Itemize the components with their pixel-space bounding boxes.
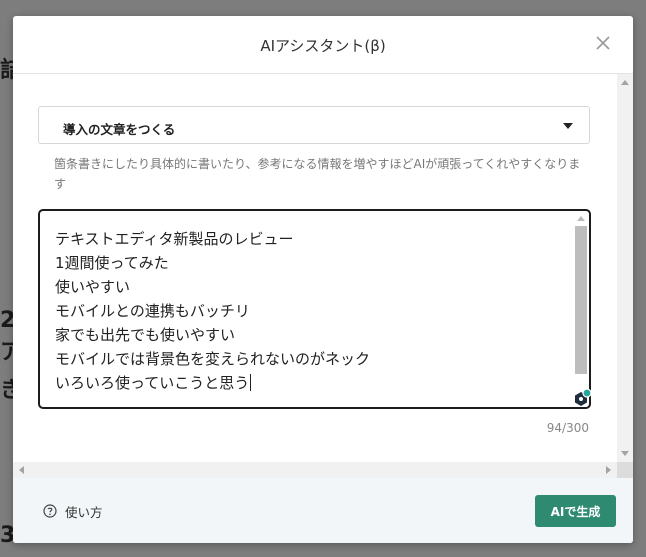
hint-text: 箇条書きにしたり具体的に書いたり、参考になる情報を増やすほどAIが頑張ってくれや…	[54, 157, 581, 191]
scroll-down-arrow-icon[interactable]	[621, 451, 629, 456]
textarea-scrollbar[interactable]	[575, 213, 587, 393]
prompt-type-select[interactable]: 導入の文章をつくる	[38, 106, 590, 144]
scroll-up-arrow-icon[interactable]	[577, 216, 585, 221]
textarea-line-last: いろいろ使っていこうと思う	[55, 372, 252, 393]
ai-assistant-modal: AIアシスタント(β) 導入の文章をつくる 箇条書きにしたり具体的に書いたり、参…	[13, 16, 633, 543]
modal-footer: 使い方 AIで生成	[13, 478, 633, 543]
scrollbar-thumb[interactable]	[575, 226, 587, 374]
modal-vertical-scrollbar[interactable]	[617, 74, 633, 462]
caret-down-icon	[563, 123, 573, 129]
modal-header: AIアシスタント(β)	[13, 16, 633, 74]
textarea-line: モバイルとの連携もバッチリ	[55, 302, 250, 320]
textarea-line: いろいろ使っていこうと思う	[55, 374, 250, 392]
modal-horizontal-scrollbar[interactable]	[13, 462, 617, 478]
textarea-line: テキストエディタ新製品のレビュー	[55, 230, 294, 248]
prompt-textarea[interactable]: テキストエディタ新製品のレビュー 1週間使ってみた 使いやすい モバイルとの連携…	[38, 209, 591, 409]
help-label: 使い方	[65, 504, 103, 520]
help-link[interactable]: 使い方	[43, 502, 103, 520]
scrollbar-corner	[617, 462, 633, 478]
modal-body: 導入の文章をつくる 箇条書きにしたり具体的に書いたり、参考になる情報を増やすほど…	[13, 74, 617, 462]
generate-button[interactable]: AIで生成	[535, 495, 616, 527]
modal-title: AIアシスタント(β)	[260, 37, 386, 55]
scroll-left-arrow-icon[interactable]	[19, 466, 24, 474]
select-value: 導入の文章をつくる	[63, 122, 176, 137]
scroll-up-arrow-icon[interactable]	[621, 80, 629, 85]
question-circle-icon	[43, 504, 57, 518]
close-button[interactable]	[593, 33, 613, 53]
scroll-right-arrow-icon[interactable]	[606, 466, 611, 474]
textarea-line: モバイルでは背景色を変えられないのがネック	[55, 350, 371, 368]
character-counter: 94/300	[546, 421, 589, 435]
textarea-line: 1週間使ってみた	[55, 254, 169, 272]
grammarly-badge-icon[interactable]	[571, 389, 591, 409]
textarea-line: 使いやすい	[55, 278, 131, 296]
text-caret	[250, 374, 252, 391]
close-icon	[596, 36, 610, 50]
textarea-line: 家でも出先でも使いやすい	[55, 326, 236, 344]
